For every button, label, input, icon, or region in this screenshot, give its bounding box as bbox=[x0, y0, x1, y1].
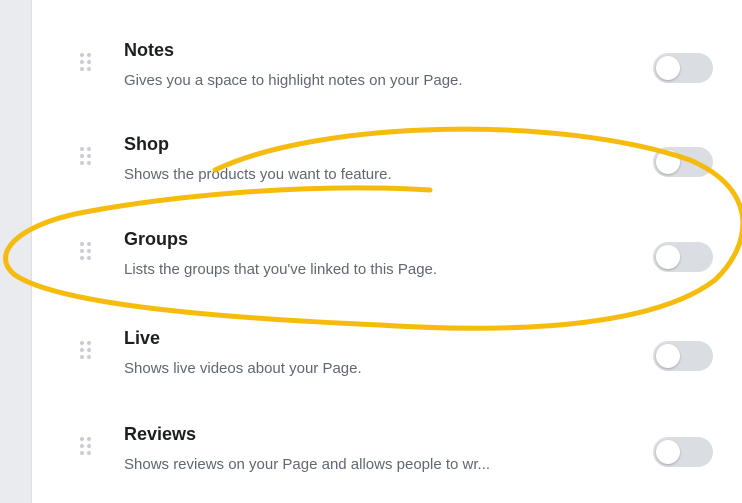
section-toggle-reviews[interactable] bbox=[653, 437, 713, 467]
toggle-knob bbox=[656, 150, 680, 174]
drag-handle-icon[interactable] bbox=[80, 437, 94, 457]
section-description: Shows live videos about your Page. bbox=[124, 360, 362, 377]
tabs-settings-panel: Notes Gives you a space to highlight not… bbox=[31, 0, 742, 503]
section-toggle-groups[interactable] bbox=[653, 242, 713, 272]
drag-handle-icon[interactable] bbox=[80, 147, 94, 167]
drag-handle-icon[interactable] bbox=[80, 53, 94, 73]
toggle-knob bbox=[656, 245, 680, 269]
section-row-shop: Shop Shows the products you want to feat… bbox=[32, 121, 742, 201]
section-title: Live bbox=[124, 328, 161, 348]
section-title: Groups bbox=[124, 229, 189, 249]
section-row-groups: Groups Lists the groups that you've link… bbox=[32, 216, 742, 296]
section-toggle-shop[interactable] bbox=[653, 147, 713, 177]
toggle-knob bbox=[656, 440, 680, 464]
section-description: Shows the products you want to feature. bbox=[124, 166, 392, 183]
section-title: Shop bbox=[124, 134, 169, 154]
section-toggle-live[interactable] bbox=[653, 341, 713, 371]
toggle-knob bbox=[656, 56, 680, 80]
section-description: Lists the groups that you've linked to t… bbox=[124, 261, 438, 278]
section-row-live: Live Shows live videos about your Page. bbox=[32, 315, 742, 395]
drag-handle-icon[interactable] bbox=[80, 341, 94, 361]
section-row-notes: Notes Gives you a space to highlight not… bbox=[32, 27, 742, 107]
toggle-knob bbox=[656, 344, 680, 368]
section-description: Shows reviews on your Page and allows pe… bbox=[124, 456, 491, 473]
drag-handle-icon[interactable] bbox=[80, 242, 94, 262]
section-title: Reviews bbox=[124, 424, 197, 444]
section-title: Notes bbox=[124, 40, 175, 60]
section-row-reviews: Reviews Shows reviews on your Page and a… bbox=[32, 411, 742, 491]
section-toggle-notes[interactable] bbox=[653, 53, 713, 83]
section-description: Gives you a space to highlight notes on … bbox=[124, 72, 463, 89]
